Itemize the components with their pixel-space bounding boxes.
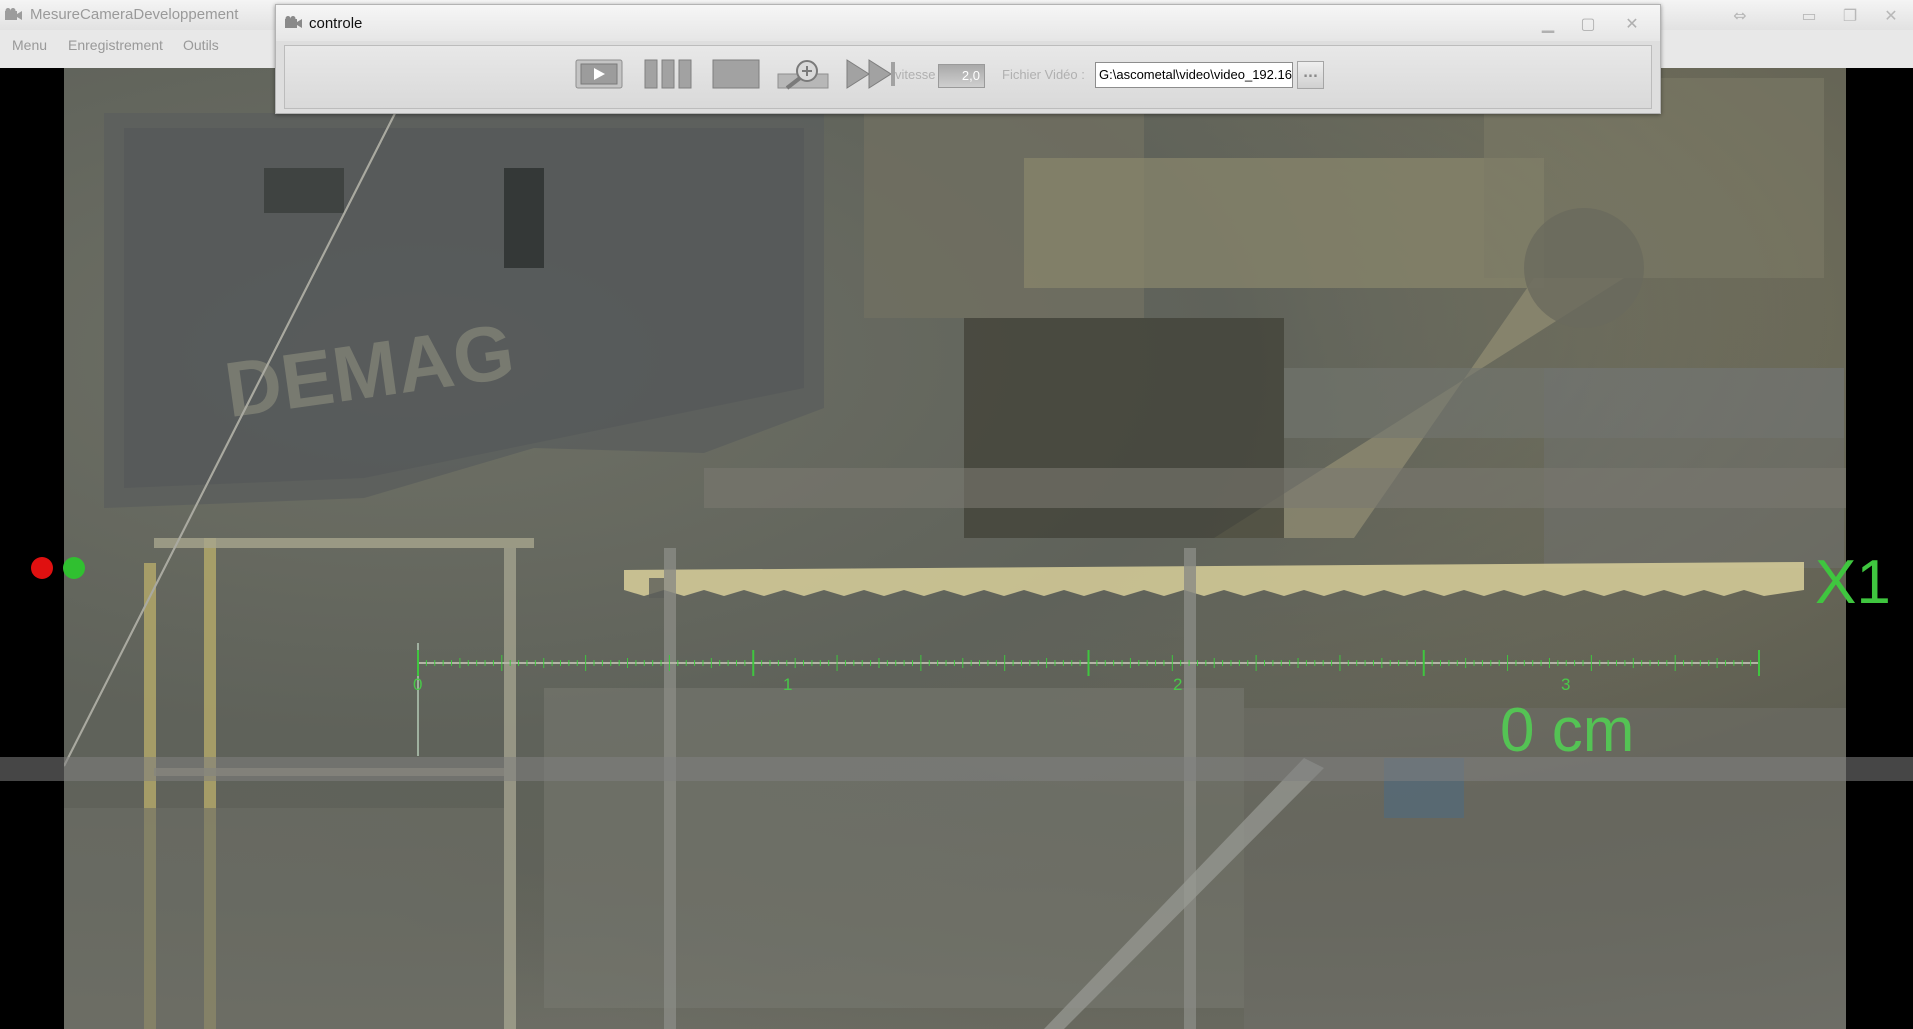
dialog-maximize-button[interactable]: ▢ xyxy=(1572,11,1604,35)
ruler-label-1: 1 xyxy=(783,675,793,694)
dialog-close-button[interactable]: ✕ xyxy=(1616,11,1648,35)
file-label: Fichier Vidéo : xyxy=(1002,67,1085,82)
ruler-label-0: 0 xyxy=(413,675,423,694)
camera-icon xyxy=(5,8,22,20)
play-icon xyxy=(575,59,623,89)
recording-indicator xyxy=(31,557,53,579)
menu-item-outils[interactable]: Outils xyxy=(183,37,219,53)
app-title: MesureCameraDeveloppement xyxy=(30,6,239,23)
close-icon: ✕ xyxy=(1884,5,1898,25)
video-frame[interactable]: DEMAG xyxy=(64,68,1846,1029)
fast-forward-button[interactable] xyxy=(845,58,897,90)
close-button[interactable]: ✕ xyxy=(1875,3,1907,27)
browse-button[interactable]: ... xyxy=(1297,61,1324,89)
restore-arrows-button[interactable]: ⇔ xyxy=(1724,3,1756,27)
zoom-button[interactable] xyxy=(777,58,829,90)
measurement-value: 0 cm xyxy=(1500,696,1635,765)
fast-forward-icon xyxy=(846,59,895,89)
ruler-label-2: 2 xyxy=(1173,675,1183,694)
controle-dialog: controle ▁ ▢ ✕ vitesse 2,0 Fichier Vidéo… xyxy=(275,4,1661,114)
pause-icon xyxy=(644,59,692,89)
stop-button[interactable] xyxy=(712,58,760,90)
maximize-icon: ❐ xyxy=(1842,5,1858,25)
dialog-minimize-button[interactable]: ▁ xyxy=(1532,11,1564,35)
speed-input[interactable]: 2,0 xyxy=(938,64,985,88)
camera-icon xyxy=(285,16,302,28)
controle-toolbar: vitesse 2,0 Fichier Vidéo : G:\ascometal… xyxy=(284,45,1652,109)
speed-label: vitesse xyxy=(895,67,936,82)
connection-indicator xyxy=(63,557,85,579)
maximize-icon: ▢ xyxy=(1580,13,1596,33)
stop-icon xyxy=(712,59,760,89)
ruler-ticks xyxy=(417,650,1760,676)
minimize-icon: ▭ xyxy=(1801,5,1817,25)
camera-scene: DEMAG xyxy=(64,68,1846,1029)
ruler-label-3: 3 xyxy=(1561,675,1571,694)
minimize-icon: ▁ xyxy=(1541,13,1555,33)
pause-button[interactable] xyxy=(643,58,693,90)
zoom-icon xyxy=(777,60,829,90)
play-button[interactable] xyxy=(575,58,623,90)
maximize-button[interactable]: ❐ xyxy=(1834,3,1866,27)
minimize-button[interactable]: ▭ xyxy=(1793,3,1825,27)
menu-item-enregistrement[interactable]: Enregistrement xyxy=(68,37,163,53)
menu-item-menu[interactable]: Menu xyxy=(12,37,47,53)
file-path-input[interactable]: G:\ascometal\video\video_192.168.0.11_ xyxy=(1095,62,1293,88)
resize-arrows-icon: ⇔ xyxy=(1733,5,1747,25)
close-icon: ✕ xyxy=(1625,13,1639,33)
dialog-title: controle xyxy=(309,15,363,32)
dialog-title-bar[interactable]: controle ▁ ▢ ✕ xyxy=(276,5,1660,41)
zoom-level: X1 xyxy=(1815,548,1891,617)
